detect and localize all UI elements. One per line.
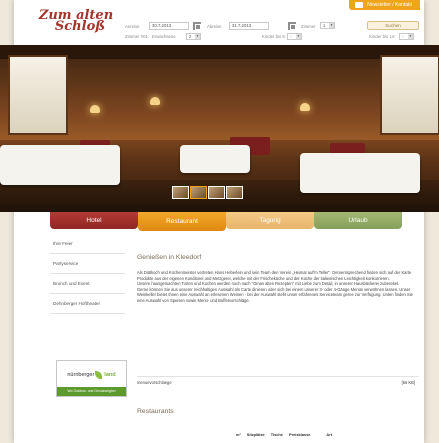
tab-restaurant[interactable]: Restaurant [138, 212, 226, 231]
children14-label: Kinder bis 14: [369, 34, 396, 39]
badge-land: land [104, 371, 116, 378]
chevron-down-icon: ▼ [195, 34, 200, 39]
thumbnail[interactable] [226, 186, 243, 199]
image-thumbnails [172, 186, 243, 199]
departure-input[interactable]: 31.7.2013 [229, 22, 269, 30]
adults-value: 2 [189, 34, 192, 39]
header: Zum alten Schloß Newsletter / Kontakt An… [14, 0, 424, 45]
body-text-3: Gerne können Sie aus unserer reichhaltig… [137, 286, 413, 303]
envelope-icon [355, 2, 364, 8]
download-row[interactable]: menuevorschlaege [66 KB] [137, 376, 419, 385]
col-preisklasse: Preisklasse [288, 432, 311, 437]
adults-label: Erwachsene [152, 34, 176, 39]
children14-value: - [402, 34, 404, 39]
thumbnail[interactable] [172, 186, 189, 199]
children-label: Kinder bis 6: [262, 34, 286, 39]
tab-tagung[interactable]: Tagung [226, 212, 314, 229]
chevron-down-icon: ▼ [329, 23, 334, 28]
page-title: Genießen in Kleedorf [137, 254, 202, 261]
restaurants-table-header: m² Sitzplätze Tische Preisklasse Art [236, 432, 332, 437]
newsletter-contact-link[interactable]: Newsletter / Kontakt [349, 0, 420, 10]
rooms-label: Zimmer [301, 24, 316, 29]
tab-urlaub[interactable]: Urlaub [314, 212, 402, 229]
arrival-calendar-icon[interactable] [193, 22, 201, 30]
body-text-1: Als Diätkoch und Küchenmeister vertreten… [137, 270, 412, 281]
badge-main: nürnberger [67, 371, 95, 378]
sidebar-item-ihre-feier[interactable]: Ihre Feier [50, 234, 125, 254]
arrival-label: Anreise [125, 24, 140, 29]
rooms-select[interactable]: 1 ▼ [320, 22, 335, 29]
adults-select[interactable]: 2 ▼ [186, 33, 201, 40]
nuernberger-land-badge[interactable]: nürnberger land Wo Outdoor- und Genussre… [56, 360, 127, 397]
download-size: [66 KB] [401, 380, 415, 385]
rooms-value: 1 [323, 23, 326, 28]
children-select[interactable]: - ▼ [287, 33, 302, 40]
chevron-down-icon: ▼ [408, 34, 413, 39]
badge-sub: Wo Outdoor- und Genussregion [57, 387, 126, 396]
thumbnail[interactable] [208, 186, 225, 199]
main-nav: Hotel Restaurant Tagung Urlaub [50, 212, 431, 231]
sidebar: Ihre Feier Partyservice Brunch und Event… [50, 234, 125, 314]
col-tische: Tische [270, 432, 283, 437]
tab-hotel[interactable]: Hotel [50, 212, 138, 229]
room1-label: Zimmer #01: [125, 34, 150, 39]
logo[interactable]: Zum alten Schloß [26, 9, 126, 33]
restaurants-heading: Restaurants [137, 408, 174, 415]
arrival-input[interactable]: 30.7.2013 [149, 22, 189, 30]
sidebar-item-partyservice[interactable]: Partyservice [50, 254, 125, 274]
download-link[interactable]: menuevorschlaege [137, 380, 172, 385]
leaf-icon [95, 370, 103, 379]
col-sitzplaetze: Sitzplätze [246, 432, 265, 437]
main-content: Genießen in Kleedorf Als Diätkoch und Kü… [137, 240, 419, 304]
departure-label: Abreise [207, 24, 222, 29]
col-art: Art [326, 432, 333, 437]
search-button[interactable]: Suchen [367, 21, 419, 30]
thumbnail-active[interactable] [190, 186, 207, 199]
children-value: - [290, 34, 292, 39]
intro-paragraph: Als Diätkoch und Küchenmeister vertreten… [137, 270, 419, 304]
children14-select[interactable]: - ▼ [399, 33, 414, 40]
departure-calendar-icon[interactable] [288, 22, 296, 30]
col-m2: m² [236, 432, 241, 437]
chevron-down-icon: ▼ [296, 34, 301, 39]
sidebar-item-brunch[interactable]: Brunch und Event [50, 274, 125, 294]
newsletter-label: Newsletter / Kontakt [367, 2, 412, 8]
sidebar-item-hoftheater[interactable]: Dehnberger Hoftheater [50, 294, 125, 314]
body-text-2: Unsere hausgemachten Torten und Kuchen w… [137, 281, 400, 287]
